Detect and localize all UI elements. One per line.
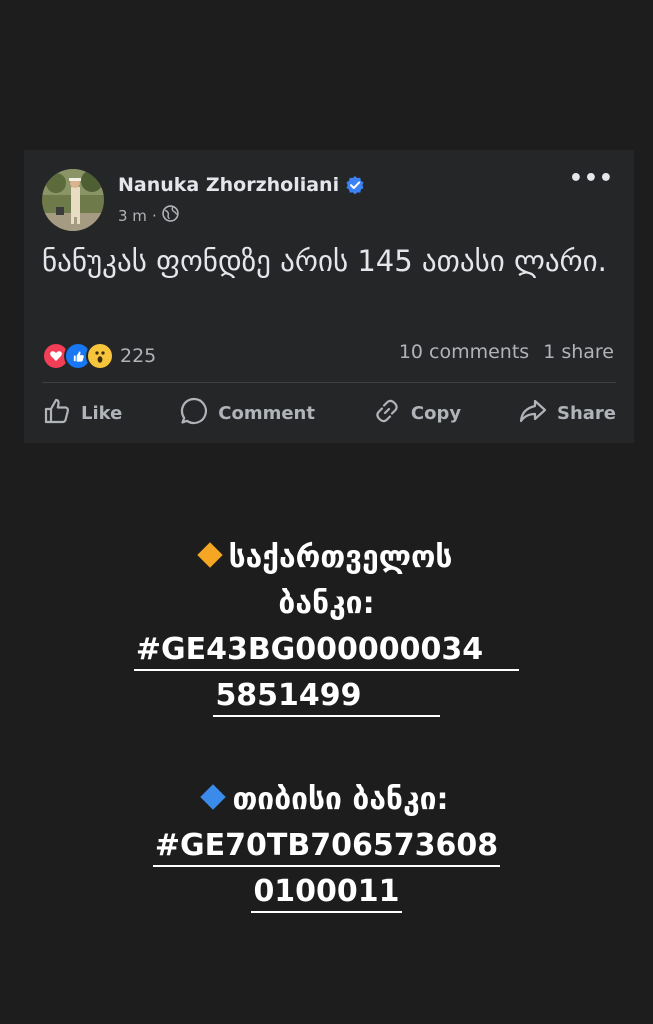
- iban-part-2[interactable]: 0100011: [251, 873, 402, 913]
- like-button[interactable]: Like: [42, 396, 122, 431]
- reactions-summary[interactable]: 225: [42, 342, 156, 370]
- more-options-icon[interactable]: •••: [569, 168, 614, 190]
- copy-button[interactable]: Copy: [372, 396, 461, 431]
- orange-diamond-icon: [196, 541, 223, 568]
- bank-name: თიბისი ბანკი:: [232, 782, 449, 817]
- iban-line-1: #GE70TB706573608: [0, 823, 653, 869]
- post-meta: 3 m ·: [118, 205, 179, 226]
- iban-part-1[interactable]: #GE43BG000000034: [133, 631, 520, 671]
- comment-bubble-icon: [179, 396, 209, 431]
- share-arrow-icon: [518, 396, 548, 431]
- iban-part-1[interactable]: #GE70TB706573608: [152, 827, 501, 867]
- wow-reaction-icon: [86, 342, 114, 370]
- meta-separator: ·: [151, 206, 157, 225]
- like-label[interactable]: Like: [81, 403, 122, 424]
- author-name-text[interactable]: Nanuka Zhorzholiani: [118, 174, 339, 196]
- author-avatar[interactable]: [42, 169, 104, 231]
- share-button[interactable]: Share: [518, 396, 616, 431]
- shares-count[interactable]: 1 share: [543, 341, 614, 363]
- tbc-bank-block: თიბისი ბანკი: #GE70TB706573608 0100011: [0, 777, 653, 915]
- facebook-post-card: Nanuka Zhorzholiani 3 m · ••• ნანუკას ფო…: [24, 150, 634, 443]
- reaction-count: 225: [120, 345, 157, 367]
- bank-name-line: თიბისი ბანკი:: [0, 777, 653, 823]
- comment-button[interactable]: Comment: [179, 396, 315, 431]
- post-time[interactable]: 3 m: [118, 207, 147, 225]
- engagement-counts: 10 comments 1 share: [399, 341, 614, 363]
- post-actions: Like Comment Copy Share: [42, 393, 616, 433]
- bank-name-line: საქართველოს: [0, 535, 653, 581]
- author-name[interactable]: Nanuka Zhorzholiani: [118, 174, 365, 196]
- blue-diamond-icon: [200, 783, 227, 810]
- globe-icon[interactable]: [161, 205, 179, 226]
- thumbs-up-icon: [42, 396, 72, 431]
- divider: [42, 382, 616, 383]
- bank-name-line-2: ბანკი:: [278, 586, 375, 621]
- copy-label[interactable]: Copy: [411, 403, 461, 424]
- iban-line-2: 0100011: [0, 869, 653, 915]
- verified-badge-icon: [345, 175, 365, 195]
- post-body: ნანუკას ფონდზე არის 145 ათასი ლარი.: [42, 244, 607, 278]
- iban-line-2: 5851499: [0, 673, 653, 719]
- iban-part-2[interactable]: 5851499: [213, 677, 440, 717]
- link-icon: [372, 396, 402, 431]
- iban-line-1: #GE43BG000000034: [0, 627, 653, 673]
- bank-name: საქართველოს: [228, 540, 453, 575]
- comment-label[interactable]: Comment: [218, 403, 315, 424]
- bank-of-georgia-block: საქართველოს ბანკი: #GE43BG000000034 5851…: [0, 535, 653, 719]
- comments-count[interactable]: 10 comments: [399, 341, 529, 363]
- share-label[interactable]: Share: [557, 403, 616, 424]
